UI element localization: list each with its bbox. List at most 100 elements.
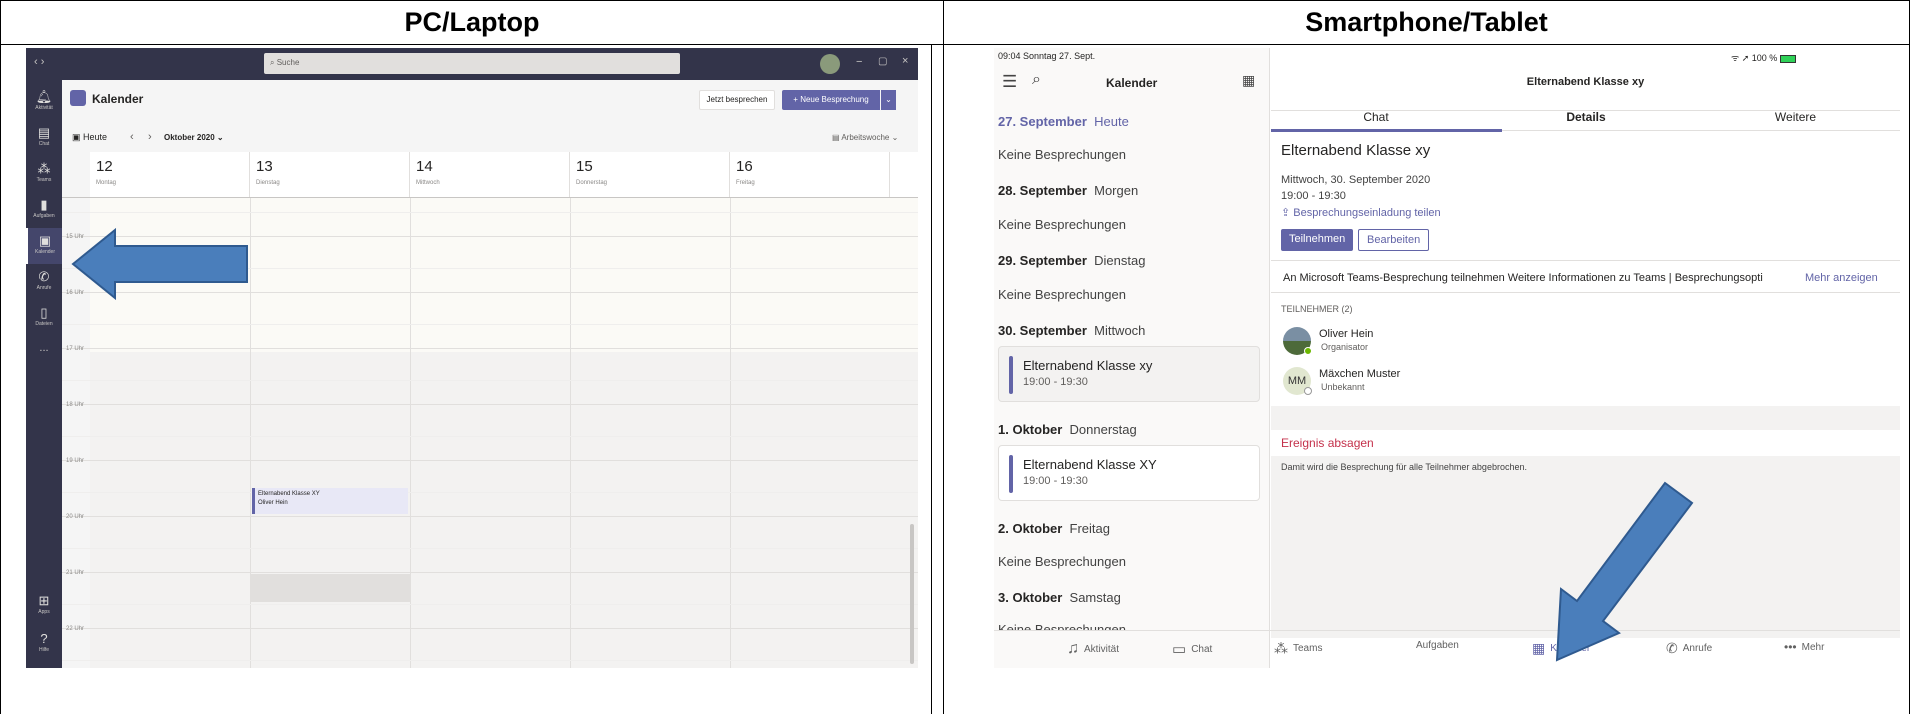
view-icon: ▤ <box>832 133 840 142</box>
tabbar-mehr[interactable]: ••• Mehr <box>1784 640 1824 654</box>
bell-icon: ♫ <box>1067 640 1079 657</box>
battery-icon <box>1779 54 1796 63</box>
edit-button[interactable]: Bearbeiten <box>1358 229 1430 251</box>
rail-aufgaben[interactable]: ▮ Aufgaben <box>26 192 62 228</box>
meeting-time: 19:00 - 19:30 <box>1281 190 1346 202</box>
calendar-toolbar: ▣ Heute ‹ › Oktober 2020 ⌄ ▤ Arbeitswoch… <box>62 126 918 154</box>
minimize-icon[interactable]: − <box>856 56 862 68</box>
show-more-link[interactable]: Mehr anzeigen <box>1805 272 1878 284</box>
battery-percent: 100 % <box>1751 53 1778 63</box>
meet-now-button[interactable]: Jetzt besprechen <box>699 90 775 110</box>
status-time: 09:04 Sonntag 27. Sept. <box>998 51 1096 61</box>
tabbar-label: Mehr <box>1801 641 1825 653</box>
month-label: Oktober 2020 <box>164 133 215 142</box>
day-name: Montag <box>96 180 117 186</box>
meeting-date: Mittwoch, 30. September 2020 <box>1281 174 1431 186</box>
rail-dateien[interactable]: ▯ Dateien <box>26 300 62 336</box>
tabbar-teams[interactable]: ⁂ Teams <box>1274 640 1322 657</box>
new-meeting-dropdown[interactable]: ⌄ <box>881 90 896 110</box>
tabbar-aufgaben[interactable]: Aufgaben <box>1416 640 1459 651</box>
calendar-add-icon[interactable]: ▦ <box>1242 72 1255 89</box>
cancel-event-button[interactable]: Ereignis absagen <box>1281 436 1374 450</box>
day-heading: 2. Oktober Freitag <box>998 521 1110 536</box>
no-meetings: Keine Besprechungen <box>998 147 1126 162</box>
participant-name[interactable]: Mäxchen Muster <box>1319 368 1400 380</box>
rail-teams[interactable]: ⁂ Teams <box>26 156 62 192</box>
separator <box>1271 292 1900 293</box>
day-heading: 28. September Morgen <box>998 183 1138 198</box>
gridline <box>62 436 918 437</box>
rail-help[interactable]: ? Hilfe <box>26 626 62 662</box>
nav-arrows[interactable]: ‹ › <box>34 56 44 68</box>
day-header[interactable]: 16 Freitag <box>730 152 890 198</box>
tabbar-aktivitaet[interactable]: ♫ Aktivität <box>1067 640 1119 658</box>
tab-details[interactable]: Details <box>1481 110 1691 124</box>
blue-arrow-left <box>71 228 248 300</box>
day-date: 3. Oktober <box>998 590 1063 605</box>
meeting-title: Elternabend Klasse xy <box>1281 142 1431 159</box>
rail-kalender[interactable]: ▣ Kalender <box>26 228 62 264</box>
tab-label: Weitere <box>1774 110 1817 124</box>
menu-icon[interactable]: ☰ <box>1002 72 1017 92</box>
today-button[interactable]: ▣ Heute <box>72 132 107 143</box>
next-icon[interactable]: › <box>148 131 152 143</box>
hour-label: 20 Uhr <box>66 514 85 520</box>
scrollbar[interactable] <box>910 524 914 664</box>
calendar-icon: ▣ <box>38 233 52 248</box>
rail-chat[interactable]: ▤ Chat <box>26 120 62 156</box>
tab-chat[interactable]: Chat <box>1271 110 1481 124</box>
day-header[interactable]: 14 Mittwoch <box>410 152 570 198</box>
day-name: Mittwoch <box>416 180 440 186</box>
calendar-app-icon <box>70 90 86 106</box>
no-meetings: Keine Besprechungen <box>998 554 1126 569</box>
search-input[interactable]: ⌕ Suche <box>264 53 680 74</box>
share-invite-link[interactable]: ⇪ Besprechungseinladung teilen <box>1281 206 1441 219</box>
month-picker[interactable]: Oktober 2020 ⌄ <box>164 133 224 142</box>
gridline <box>62 380 918 381</box>
gridline <box>62 604 918 605</box>
tabbar-label: Aufgaben <box>1416 640 1459 651</box>
share-label: Besprechungseinladung teilen <box>1293 207 1441 219</box>
gridline <box>62 348 918 349</box>
close-icon[interactable]: × <box>902 55 908 67</box>
day-header[interactable]: 15 Donnerstag <box>570 152 730 198</box>
tabbar-label: Chat <box>1191 643 1213 655</box>
rail-label: Teams <box>36 177 52 183</box>
more-icon: ... <box>39 342 49 354</box>
no-meetings: Keine Besprechungen <box>998 287 1126 302</box>
join-button[interactable]: Teilnehmen <box>1281 229 1354 251</box>
participant-name[interactable]: Oliver Hein <box>1319 328 1373 340</box>
rail-apps[interactable]: ⊞ Apps <box>26 588 62 624</box>
rail-more[interactable]: ... <box>26 342 62 378</box>
event-title: Elternabend Klasse XY <box>258 491 320 497</box>
gridline <box>62 212 918 213</box>
rail-aktivitaet[interactable]: 🔔︎ Aktivität <box>26 84 62 120</box>
share-icon: ⇪ <box>1281 207 1291 219</box>
tab-weitere[interactable]: Weitere <box>1691 110 1900 124</box>
rail-anrufe[interactable]: ✆ Anrufe <box>26 264 62 300</box>
prev-icon[interactable]: ‹ <box>130 131 134 143</box>
pc-teams-window: ‹ › ⌕ Suche − ▢ × 🔔︎ Aktivität ▤ Chat ⁂ Tea… <box>26 48 918 668</box>
gridline <box>62 660 918 661</box>
maximize-icon[interactable]: ▢ <box>878 56 887 67</box>
search-icon[interactable]: ⌕ <box>1032 71 1041 89</box>
view-picker[interactable]: ▤ Arbeitswoche ⌄ <box>832 133 898 142</box>
day-date: 2. Oktober <box>998 521 1063 536</box>
day-name: Donnerstag <box>576 180 608 186</box>
tabbar-chat[interactable]: ▭ Chat <box>1172 640 1212 658</box>
avatar[interactable] <box>820 54 840 74</box>
header-divider <box>62 197 918 198</box>
day-header[interactable]: 12 Montag <box>90 152 250 198</box>
calendar-event[interactable]: Elternabend Klasse XY Oliver Hein <box>252 488 408 514</box>
divider <box>943 0 944 714</box>
meeting-card[interactable]: Elternabend Klasse XY 19:00 - 19:30 <box>998 445 1260 501</box>
meeting-card[interactable]: Elternabend Klasse xy 19:00 - 19:30 <box>998 346 1260 402</box>
day-heading: 29. September Dienstag <box>998 253 1145 268</box>
teams-icon: ⁂ <box>37 161 51 176</box>
time-highlight <box>251 574 410 602</box>
new-meeting-button[interactable]: + Neue Besprechung <box>782 90 880 110</box>
cancel-note: Damit wird die Besprechung für alle Teil… <box>1281 462 1527 472</box>
tablet-teams-app: 09:04 Sonntag 27. Sept. ☰ ⌕ Kalender ▦ 2… <box>994 48 1900 668</box>
header-tablet: Smartphone/Tablet <box>943 0 1910 45</box>
day-header[interactable]: 13 Dienstag <box>250 152 410 198</box>
